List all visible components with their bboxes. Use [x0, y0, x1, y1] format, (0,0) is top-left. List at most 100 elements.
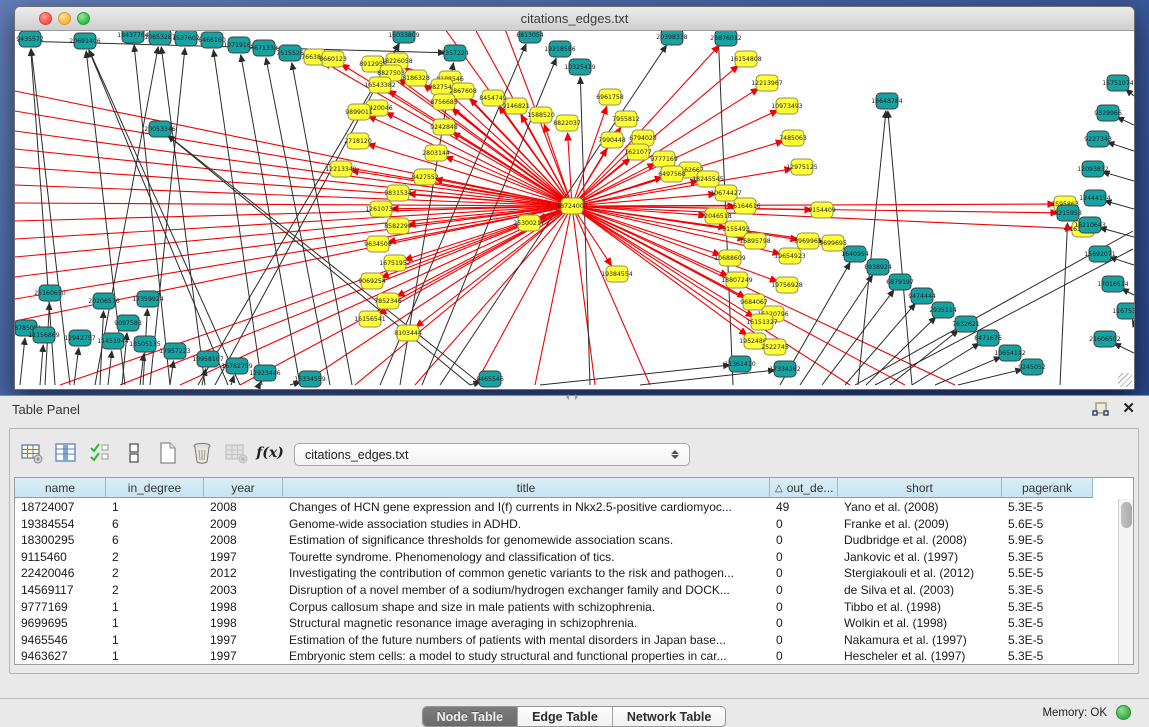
network-graph[interactable]: 1872400776638228660123891295518226058882…	[15, 31, 1134, 389]
table-selector-dropdown[interactable]: citations_edges.txt	[294, 443, 690, 466]
column-header-title[interactable]: title	[283, 478, 770, 498]
network-canvas[interactable]: 1872400776638228660123891295518226058882…	[15, 31, 1134, 389]
graph-node-label: 16156541	[354, 316, 386, 323]
column-header-short[interactable]: short	[838, 478, 1002, 498]
table-row[interactable]: 946362711997Embryonic stem cells: a mode…	[15, 648, 1117, 664]
graph-node-label: 19384554	[601, 271, 633, 278]
graph-node-label: 2935114	[929, 307, 957, 314]
graph-node-label: 6466160	[198, 37, 226, 44]
graph-node-label: 9242848	[430, 124, 458, 131]
column-header-year[interactable]: year	[204, 478, 283, 498]
scrollbar-thumb[interactable]	[1121, 502, 1132, 528]
column-header-pagerank[interactable]: pagerank	[1002, 478, 1093, 498]
graph-node-label: 12213349	[325, 166, 357, 173]
graph-node-label: 21606502	[1089, 336, 1121, 343]
table-cell: 0	[770, 549, 838, 566]
table-selector-value: citations_edges.txt	[305, 448, 409, 462]
window-titlebar[interactable]: citations_edges.txt	[15, 7, 1134, 31]
graph-node-label: 2867608	[449, 88, 477, 95]
table-cell: Estimation of the future numbers of pati…	[283, 632, 770, 649]
graph-node-label: 10325419	[564, 64, 596, 71]
table-cell: 22420046	[15, 565, 106, 582]
graph-node-label: 8660123	[319, 56, 347, 63]
graph-node-label: 9684067	[740, 299, 768, 306]
vertical-scrollbar[interactable]	[1118, 499, 1133, 664]
graph-node-label: 11451944	[97, 338, 129, 345]
graph-node-label: 12610734	[365, 206, 397, 213]
table-cell: 14569117	[15, 582, 106, 599]
table-row[interactable]: 1456911722003Disruption of a novel membe…	[15, 582, 1117, 599]
function-builder-icon[interactable]: f(x)	[256, 439, 284, 467]
graph-node-label: 20206576	[88, 298, 120, 305]
graph-node-label: 20691406	[69, 38, 101, 45]
table-cell: 2	[106, 549, 204, 566]
table-cell: 5.3E-5	[1002, 499, 1093, 516]
column-header-out_de[interactable]: △out_de...	[770, 478, 838, 498]
graph-node-label: 2803144	[422, 150, 450, 157]
table-cell: 1	[106, 615, 204, 632]
network-view-window: citations_edges.txt 18724007766382286601…	[14, 6, 1135, 390]
new-column-icon[interactable]	[154, 439, 182, 467]
table-row[interactable]: 1938455462009Genome-wide association stu…	[15, 516, 1117, 533]
close-panel-icon[interactable]: ✕	[1122, 399, 1135, 417]
table-cell: Franke et al. (2009)	[838, 516, 1002, 533]
table-row[interactable]: 977716911998Corpus callosum shape and si…	[15, 599, 1117, 616]
graph-node-label: 12942757	[64, 335, 96, 342]
table-cell: 2009	[204, 516, 283, 533]
table-cell: 0	[770, 565, 838, 582]
table-content-box: f(x) citations_edges.txt namein_degreeye…	[9, 428, 1139, 674]
row-height-icon[interactable]	[120, 439, 148, 467]
graph-node-label: 7955812	[612, 116, 640, 123]
graph-node-label: 8103444	[394, 330, 422, 337]
table-settings-icon[interactable]	[18, 439, 46, 467]
graph-node-label: 16151327	[746, 319, 778, 326]
graph-node-label: 8427552	[411, 174, 439, 181]
table-cell: 0	[770, 615, 838, 632]
table-cell: Corpus callosum shape and size in male p…	[283, 599, 770, 616]
resize-grip-icon[interactable]	[1118, 373, 1132, 387]
graph-node-label: 18226058	[381, 58, 413, 65]
table-row[interactable]: 969969511998Structural magnetic resonanc…	[15, 615, 1117, 632]
table-cell: Investigating the contribution of common…	[283, 565, 770, 582]
graph-node-label: 8756685	[430, 99, 458, 106]
graph-node-label: 6497568	[658, 171, 686, 178]
table-cell: 9463627	[15, 648, 106, 664]
delete-columns-icon[interactable]	[188, 439, 216, 467]
graph-node-label: 8582290	[384, 223, 412, 230]
graph-node-label: 10654112	[994, 350, 1026, 357]
table-row[interactable]: 1830029562008Estimation of significance …	[15, 532, 1117, 549]
status-bar: Memory: OK	[0, 698, 1149, 727]
application-desktop: citations_edges.txt 18724007766382286601…	[0, 0, 1149, 727]
memory-status-indicator-icon[interactable]	[1116, 705, 1131, 720]
table-cell: 0	[770, 599, 838, 616]
graph-node-label: 19654923	[774, 253, 806, 260]
graph-node-label: 12923446	[249, 370, 281, 377]
graph-node-label: 7990448	[598, 137, 626, 144]
table-row[interactable]: 946554611997Estimation of the future num…	[15, 632, 1117, 649]
graph-node-label: 16782759	[221, 363, 253, 370]
graph-node-label: 8938924	[864, 264, 892, 271]
table-cell: Genome-wide association studies in ADHD.	[283, 516, 770, 533]
splitter-handle[interactable]	[563, 393, 581, 400]
graph-node-label: 12093832	[1077, 166, 1109, 173]
column-header-label: out_de...	[787, 481, 834, 495]
table-cell: Dudbridge et al. (2008)	[838, 532, 1002, 549]
float-panel-icon[interactable]	[1092, 401, 1109, 418]
graph-node-label: 20053346	[144, 126, 176, 133]
graph-node-label: 16033809	[388, 32, 420, 39]
table-body[interactable]: 1872400712008Changes of HCN gene express…	[15, 499, 1117, 664]
table-row[interactable]: 2242004622012Investigating the contribut…	[15, 565, 1117, 582]
graph-node-label: 25160650	[34, 290, 66, 297]
select-columns-icon[interactable]	[52, 439, 80, 467]
table-cell: 5.9E-5	[1002, 532, 1093, 549]
table-cell: 5.3E-5	[1002, 648, 1093, 664]
table-cell: 2	[106, 582, 204, 599]
selection-mode-icon[interactable]	[86, 439, 114, 467]
graph-node-label: 17334262	[769, 366, 801, 373]
table-row[interactable]: 1872400712008Changes of HCN gene express…	[15, 499, 1117, 516]
column-header-name[interactable]: name	[15, 478, 106, 498]
table-row[interactable]: 911546021997Tourette syndrome. Phenomeno…	[15, 549, 1117, 566]
table-cell: 18300295	[15, 532, 106, 549]
column-header-in_degree[interactable]: in_degree	[106, 478, 204, 498]
table-cell: 5.3E-5	[1002, 599, 1093, 616]
